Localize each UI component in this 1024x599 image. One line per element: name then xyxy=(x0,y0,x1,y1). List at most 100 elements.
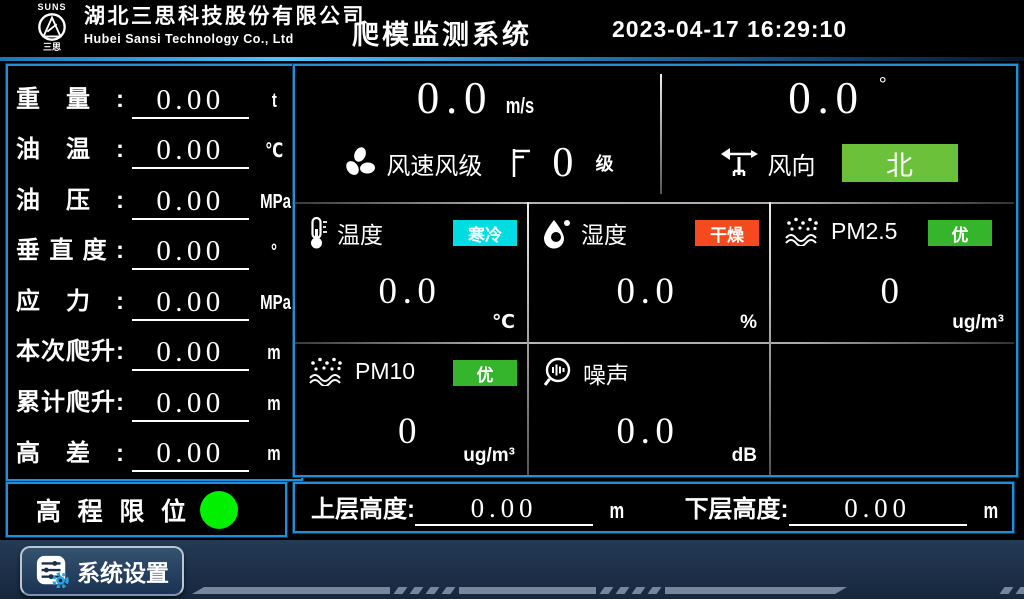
page-title: 爬模监测系统 xyxy=(352,13,532,52)
sensor-value: 0.0 xyxy=(529,270,767,313)
stripe-slash xyxy=(616,587,630,594)
wind-direction-section: 0.0 ° 风向 北 xyxy=(661,66,1014,200)
wind-level-unit: 级 xyxy=(596,150,614,176)
logo-top-text: SUNS xyxy=(24,2,80,12)
sensor-unit: ug/m³ xyxy=(952,312,1004,334)
company-logo: SUNS 三思 xyxy=(24,2,80,52)
row-unit: m xyxy=(267,443,280,466)
stripe-slash xyxy=(1016,587,1024,594)
thermometer-icon xyxy=(307,216,329,250)
noise-cell: 噪声 0.0 dB xyxy=(529,344,767,473)
elevation-limit-box: 高程限位 xyxy=(6,482,287,537)
sensor-name: 温度 xyxy=(337,216,383,250)
row-label: 本次爬升: xyxy=(16,338,124,367)
row-weight: 重量: 0.00 t xyxy=(16,73,293,119)
sensor-value: 0.0 xyxy=(295,270,525,313)
upper-height-value: 0.00 xyxy=(415,494,593,526)
settings-button-label: 系统设置 xyxy=(77,554,169,588)
wind-speed-value: 0.0 xyxy=(417,73,494,123)
wind-vane-icon xyxy=(718,145,760,181)
row-unit: ℃ xyxy=(265,138,283,163)
logo-bottom-text: 三思 xyxy=(24,42,80,52)
elevation-limit-status-light xyxy=(200,491,238,529)
wind-direction-label: 风向 xyxy=(768,146,816,181)
row-oil-temp: 油温: 0.00 ℃ xyxy=(16,123,293,169)
row-label: 累计爬升: xyxy=(16,389,124,418)
wind-direction-unit: ° xyxy=(879,74,887,96)
sensor-name: PM2.5 xyxy=(831,218,897,245)
sensor-name: 噪声 xyxy=(583,356,629,390)
droplet-icon xyxy=(541,216,573,250)
row-value: 0.00 xyxy=(132,135,249,169)
company-name-en: Hubei Sansi Technology Co., Ltd xyxy=(84,32,366,47)
wind-speed-label: 风速风级 xyxy=(386,146,482,181)
row-total-climb: 累计爬升: 0.00 m xyxy=(16,376,293,422)
decorative-stripe xyxy=(459,587,596,594)
stripe-slash xyxy=(1000,587,1014,594)
pm25-cell: PM2.5 优 0 ug/m³ xyxy=(771,204,1014,340)
upper-height-unit: m xyxy=(609,498,624,524)
row-value: 0.00 xyxy=(132,388,249,422)
row-value: 0.00 xyxy=(132,186,249,220)
decorative-stripe xyxy=(665,587,847,594)
wind-level-flag-icon xyxy=(508,146,534,180)
row-label: 应力: xyxy=(16,288,124,317)
row-value: 0.00 xyxy=(132,438,249,472)
row-value: 0.00 xyxy=(132,337,249,371)
stripe-slash xyxy=(394,587,408,594)
sensor-panel: 0.0 m/s 风速风级 0 级 xyxy=(293,64,1018,477)
lower-height-value: 0.00 xyxy=(789,494,967,526)
decorative-stripe xyxy=(192,587,390,594)
row-stress: 应力: 0.00 MPa xyxy=(16,275,293,321)
temperature-cell: 温度 寒冷 0.0 ℃ xyxy=(295,204,525,340)
lower-height-unit: m xyxy=(983,498,998,524)
row-label: 重量: xyxy=(16,86,124,115)
row-current-climb: 本次爬升: 0.00 m xyxy=(16,325,293,371)
row-label: 垂直度: xyxy=(16,237,124,266)
wind-speed-section: 0.0m/s 风速风级 0 级 xyxy=(295,66,661,200)
stripe-slash xyxy=(632,587,646,594)
temperature-status-badge: 寒冷 xyxy=(453,220,517,246)
dust-icon xyxy=(783,216,823,246)
row-unit: t xyxy=(271,90,276,113)
fan-icon xyxy=(342,145,378,181)
wind-direction-badge: 北 xyxy=(842,144,958,182)
wind-speed-unit: m/s xyxy=(506,93,534,119)
stripe-slash xyxy=(442,587,456,594)
sensor-name: PM10 xyxy=(355,358,415,385)
wind-divider xyxy=(660,74,662,194)
wind-direction-value: 0.0 xyxy=(788,73,865,123)
measurements-panel: 重量: 0.00 t 油温: 0.00 ℃ 油压: 0.00 MPa 垂直度: … xyxy=(6,64,303,481)
humidity-status-badge: 干燥 xyxy=(695,220,759,246)
pm10-cell: PM10 优 0 ug/m³ xyxy=(295,344,525,473)
row-label: 油温: xyxy=(16,136,124,165)
humidity-cell: 湿度 干燥 0.0 % xyxy=(529,204,767,340)
heights-box: 上层高度: 0.00 m 下层高度: 0.00 m xyxy=(293,482,1014,533)
lower-height-group: 下层高度: 0.00 m xyxy=(685,489,1001,526)
pm25-status-badge: 优 xyxy=(928,220,992,246)
elevation-limit-label: 高程限位 xyxy=(36,492,186,528)
sensor-unit: ug/m³ xyxy=(463,445,515,467)
sensor-unit: dB xyxy=(732,445,757,467)
row-oil-pressure: 油压: 0.00 MPa xyxy=(16,174,293,220)
hmi-screen: SUNS 三思 湖北三思科技股份有限公司 Hubei Sansi Technol… xyxy=(0,0,1024,599)
sensor-value: 0 xyxy=(771,270,1014,313)
stripe-slash xyxy=(410,587,424,594)
stripe-slash xyxy=(600,587,614,594)
sensor-unit: % xyxy=(740,312,757,334)
company-name-cn: 湖北三思科技股份有限公司 xyxy=(84,5,366,29)
bottom-bar: 系统设置 xyxy=(0,540,1024,599)
row-verticality: 垂直度: 0.00 ° xyxy=(16,224,293,270)
row-unit: MPa xyxy=(260,292,291,315)
row-unit: m xyxy=(267,393,280,416)
header-divider xyxy=(0,57,1024,61)
upper-height-group: 上层高度: 0.00 m xyxy=(311,489,627,526)
datetime-display: 2023-04-17 16:29:10 xyxy=(612,16,847,43)
sensor-unit: ℃ xyxy=(492,311,515,334)
system-settings-button[interactable]: 系统设置 xyxy=(20,546,184,596)
company-name: 湖北三思科技股份有限公司 Hubei Sansi Technology Co.,… xyxy=(84,5,366,47)
lower-height-label: 下层高度: xyxy=(685,489,789,524)
row-value: 0.00 xyxy=(132,236,249,270)
sensor-name: 湿度 xyxy=(581,216,627,250)
pm10-status-badge: 优 xyxy=(453,360,517,386)
